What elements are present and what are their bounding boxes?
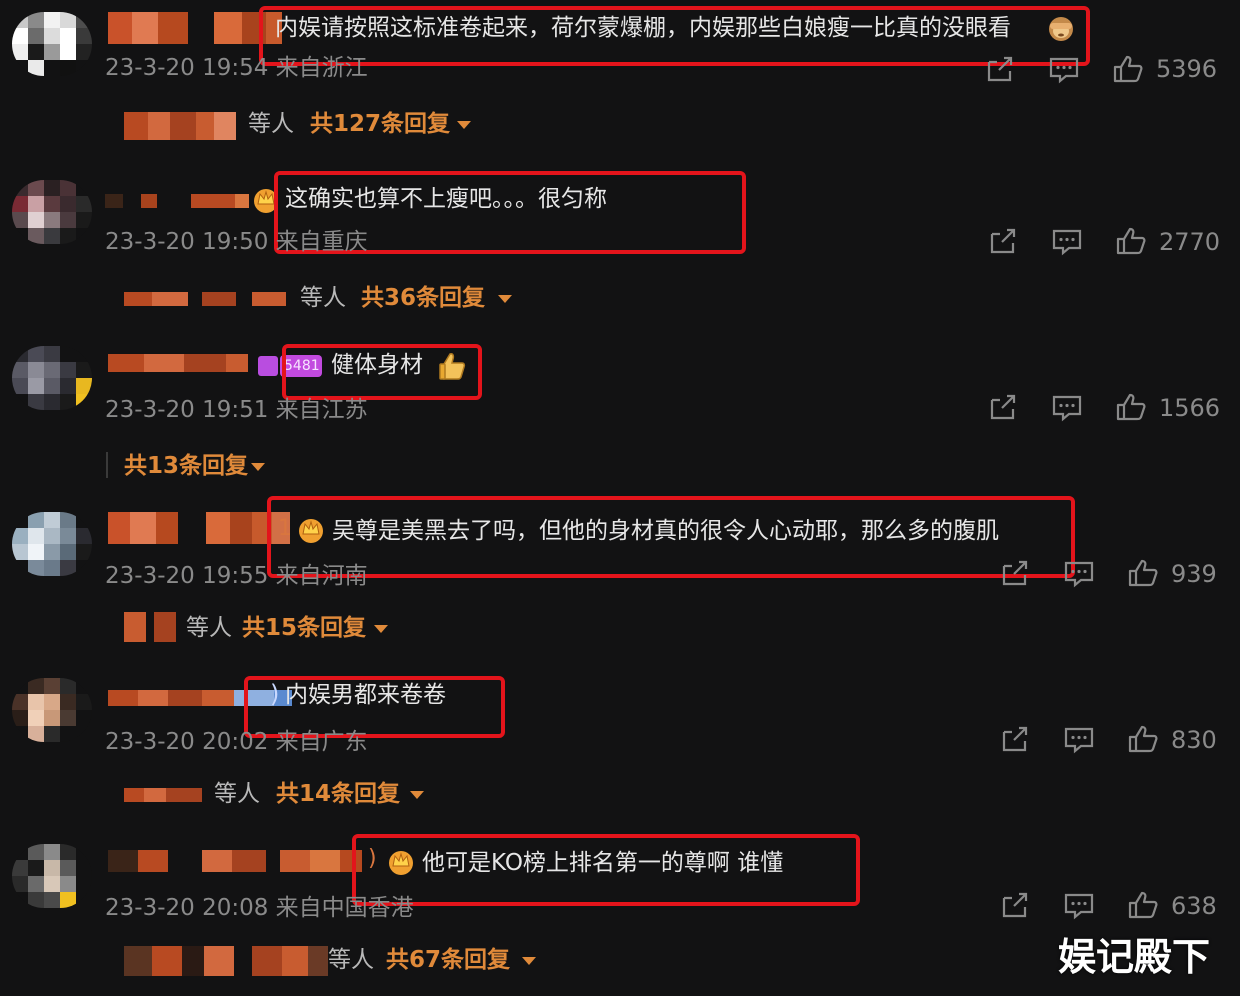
vip-gem-icon bbox=[258, 356, 278, 376]
watermark: 娱记殿下 bbox=[1058, 935, 1211, 979]
like-count: 2770 bbox=[1159, 228, 1221, 256]
like-count: 830 bbox=[1171, 726, 1217, 754]
like-count: 1566 bbox=[1159, 394, 1221, 422]
reply-users-redacted bbox=[124, 612, 176, 644]
avatar[interactable] bbox=[12, 678, 92, 742]
username-redacted[interactable] bbox=[108, 512, 290, 544]
reply-count[interactable]: 共36条回复 bbox=[361, 284, 485, 312]
avatar[interactable] bbox=[12, 346, 92, 410]
avatar[interactable] bbox=[12, 180, 92, 244]
comment-icon[interactable] bbox=[1051, 392, 1083, 422]
share-icon[interactable] bbox=[999, 724, 1031, 754]
highlight-box bbox=[267, 496, 1075, 578]
share-icon[interactable] bbox=[987, 226, 1019, 256]
highlight-box bbox=[259, 6, 1090, 66]
username-redacted[interactable] bbox=[108, 354, 248, 386]
username-redacted[interactable] bbox=[108, 850, 362, 882]
comment-time: 23-3-20 19:55 来自河南 bbox=[105, 563, 368, 589]
reply-count[interactable]: 共15条回复 bbox=[242, 614, 366, 642]
highlight-box bbox=[352, 834, 860, 906]
comment-time: 23-3-20 20:02 来自广东 bbox=[105, 729, 368, 755]
share-icon[interactable] bbox=[999, 890, 1031, 920]
chevron-down-icon[interactable] bbox=[410, 791, 424, 799]
divider bbox=[106, 452, 108, 478]
like-icon[interactable] bbox=[1127, 724, 1159, 754]
like-icon[interactable] bbox=[1127, 558, 1159, 588]
comment-icon[interactable] bbox=[1063, 558, 1095, 588]
reply-prefix: 等人 bbox=[328, 947, 374, 973]
username-redacted[interactable] bbox=[105, 194, 249, 226]
comment-icon[interactable] bbox=[1051, 226, 1083, 256]
like-icon[interactable] bbox=[1112, 54, 1144, 84]
avatar[interactable] bbox=[12, 12, 92, 76]
reply-count[interactable]: 共13条回复 bbox=[124, 452, 248, 480]
like-count: 939 bbox=[1171, 560, 1217, 588]
reply-summary[interactable]: 等人 共14条回复 bbox=[124, 778, 444, 810]
reply-prefix: 等人 bbox=[186, 615, 232, 641]
reply-prefix: 等人 bbox=[214, 781, 260, 807]
comment-time: 23-3-20 19:51 来自江苏 bbox=[105, 397, 368, 423]
chevron-down-icon[interactable] bbox=[498, 295, 512, 303]
reply-count[interactable]: 共14条回复 bbox=[276, 780, 400, 808]
reply-users-redacted bbox=[124, 292, 286, 324]
share-icon[interactable] bbox=[987, 392, 1019, 422]
comment-time: 23-3-20 20:08 来自中国香港 bbox=[105, 895, 414, 921]
chevron-down-icon[interactable] bbox=[457, 121, 471, 129]
reply-users-redacted bbox=[124, 112, 236, 144]
comment-icon[interactable] bbox=[1063, 724, 1095, 754]
like-icon[interactable] bbox=[1115, 226, 1147, 256]
reply-summary[interactable]: 等人 共36条回复 bbox=[124, 282, 544, 314]
reply-count[interactable]: 共67条回复 bbox=[386, 946, 510, 974]
comment-time: 23-3-20 19:54 来自浙江 bbox=[105, 55, 368, 81]
reply-summary[interactable]: 共13条回复 bbox=[106, 450, 306, 482]
share-icon[interactable] bbox=[984, 54, 1016, 84]
reply-summary[interactable]: 等人 共67条回复 bbox=[124, 944, 554, 976]
like-icon[interactable] bbox=[1115, 392, 1147, 422]
reply-users-redacted bbox=[124, 946, 328, 978]
like-icon[interactable] bbox=[1127, 890, 1159, 920]
like-count: 638 bbox=[1171, 892, 1217, 920]
highlight-box bbox=[282, 344, 482, 400]
chevron-down-icon[interactable] bbox=[522, 957, 536, 965]
reply-prefix: 等人 bbox=[248, 111, 294, 137]
reply-count[interactable]: 共127条回复 bbox=[310, 110, 450, 138]
comment-icon[interactable] bbox=[1063, 890, 1095, 920]
comment-feed: 内娱请按照这标准卷起来，荷尔蒙爆棚，内娱那些白娘瘦一比真的没眼看 23-3-20… bbox=[0, 0, 1240, 996]
comment-icon[interactable] bbox=[1048, 54, 1080, 84]
reply-users-redacted bbox=[124, 788, 202, 820]
reply-prefix: 等人 bbox=[300, 285, 346, 311]
username-redacted[interactable] bbox=[108, 12, 282, 44]
avatar[interactable] bbox=[12, 844, 92, 908]
reply-summary[interactable]: 等人 共15条回复 bbox=[124, 612, 424, 644]
like-count: 5396 bbox=[1156, 55, 1218, 83]
share-icon[interactable] bbox=[999, 558, 1031, 588]
chevron-down-icon[interactable] bbox=[374, 625, 388, 633]
avatar[interactable] bbox=[12, 512, 92, 576]
chevron-down-icon[interactable] bbox=[251, 463, 265, 471]
reply-summary[interactable]: 等人 共127条回复 bbox=[124, 108, 524, 140]
comment-time: 23-3-20 19:50 来自重庆 bbox=[105, 229, 368, 255]
